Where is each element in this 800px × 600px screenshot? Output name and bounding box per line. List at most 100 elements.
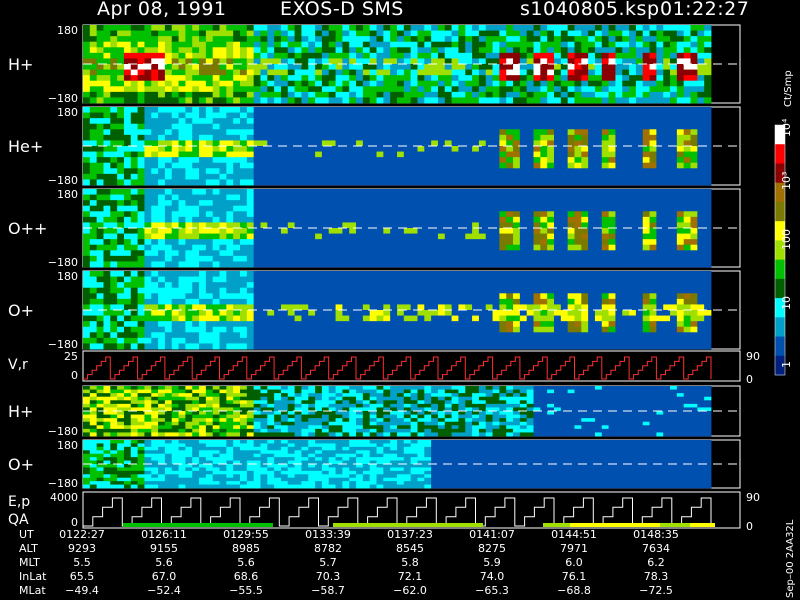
heatmap-cell xyxy=(89,189,98,195)
heatmap-cell xyxy=(444,194,453,201)
heatmap-cell xyxy=(294,239,302,246)
heatmap-cell xyxy=(123,293,132,300)
heatmap-cell xyxy=(444,69,453,76)
heatmap-cell xyxy=(554,162,562,169)
heatmap-cell xyxy=(642,47,650,54)
heatmap-cell xyxy=(649,168,657,175)
heatmap-cell xyxy=(369,205,377,212)
heatmap-cell xyxy=(294,326,302,333)
heatmap-cell xyxy=(83,239,91,246)
heatmap-cell xyxy=(656,216,664,223)
heatmap-cell xyxy=(253,112,261,119)
heatmap-cell xyxy=(117,41,125,48)
heatmap-cell xyxy=(540,30,548,37)
heatmap-cell xyxy=(205,298,214,305)
heatmap-cell xyxy=(362,189,371,195)
heatmap-cell xyxy=(123,287,132,294)
heatmap-cell xyxy=(110,239,118,246)
heatmap-cell xyxy=(492,157,500,164)
heatmap-cell xyxy=(369,91,377,98)
heatmap-cell xyxy=(294,271,302,277)
heatmap-cell xyxy=(253,107,261,113)
heatmap-cell xyxy=(199,216,207,223)
heatmap-cell xyxy=(574,80,582,87)
heatmap-cell xyxy=(506,298,514,305)
heatmap-cell xyxy=(171,239,179,246)
heatmap-cell xyxy=(560,36,569,43)
heatmap-cell xyxy=(185,287,193,294)
heatmap-cell xyxy=(574,194,582,201)
heatmap-cell xyxy=(451,86,459,93)
heatmap-cell xyxy=(96,173,104,180)
heatmap-cell xyxy=(342,255,350,262)
heatmap-cell xyxy=(123,343,132,350)
heatmap-cell xyxy=(397,118,405,125)
heatmap-cell xyxy=(526,25,534,31)
heatmap-cell xyxy=(226,321,234,328)
heatmap-cell xyxy=(205,64,214,70)
heatmap-cell xyxy=(547,276,555,283)
heatmap-cell xyxy=(417,91,425,98)
heatmap-cell xyxy=(526,118,534,125)
heatmap-cell xyxy=(144,326,152,333)
heatmap-cell xyxy=(506,91,514,98)
heatmap-cell xyxy=(444,233,453,240)
heatmap-cell xyxy=(608,282,616,289)
heatmap-cell xyxy=(533,315,541,322)
heatmap-cell xyxy=(431,244,439,251)
heatmap-cell xyxy=(567,244,575,251)
heatmap-cell xyxy=(431,326,439,333)
heatmap-cell xyxy=(219,123,227,130)
heatmap-cell xyxy=(642,205,650,212)
heatmap-cell xyxy=(110,179,118,186)
heatmap-cell xyxy=(465,315,473,322)
heatmap-cell xyxy=(137,146,145,152)
heatmap-cell xyxy=(356,47,364,54)
heatmap-cell xyxy=(151,250,159,257)
heatmap-cell xyxy=(410,157,418,164)
heatmap-cell xyxy=(321,64,330,70)
heatmap-cell xyxy=(158,255,166,262)
heatmap-cell xyxy=(328,97,336,104)
heatmap-cell xyxy=(554,69,562,76)
heatmap-cell xyxy=(356,36,364,43)
heatmap-cell xyxy=(267,112,275,119)
heatmap-cell xyxy=(315,146,323,152)
heatmap-cell xyxy=(287,129,296,136)
heatmap-cell xyxy=(451,211,459,218)
heatmap-cell xyxy=(444,112,453,119)
heatmap-cell xyxy=(397,75,405,82)
heatmap-cell xyxy=(349,216,357,223)
heatmap-cell xyxy=(294,287,302,294)
heatmap-cell xyxy=(205,168,214,175)
heatmap-cell xyxy=(663,205,671,212)
heatmap-cell xyxy=(690,205,698,212)
heatmap-cell xyxy=(171,162,179,169)
heatmap-cell xyxy=(178,239,186,246)
heatmap-cell xyxy=(103,293,111,300)
heatmap-cell xyxy=(615,162,623,169)
heatmap-cell xyxy=(547,287,555,294)
heatmap-cell xyxy=(417,189,425,195)
heatmap-cell xyxy=(199,134,207,141)
heatmap-cell xyxy=(615,97,623,104)
heatmap-cell xyxy=(622,173,630,180)
heatmap-cell xyxy=(226,140,234,147)
heatmap-cell xyxy=(581,200,589,207)
heatmap-cell xyxy=(499,244,507,251)
heatmap-cell xyxy=(356,211,364,218)
heatmap-cell xyxy=(629,255,637,262)
heatmap-cell xyxy=(547,64,555,70)
heatmap-cell xyxy=(683,52,691,59)
heatmap-cell xyxy=(83,276,91,283)
heatmap-cell xyxy=(362,36,371,43)
heatmap-cell xyxy=(697,205,705,212)
heatmap-cell xyxy=(274,261,282,268)
heatmap-cell xyxy=(437,326,446,333)
heatmap-cell xyxy=(622,157,630,164)
heatmap-cell xyxy=(560,129,569,136)
heatmap-cell xyxy=(301,179,309,186)
heatmap-cell xyxy=(233,244,241,251)
heatmap-cell xyxy=(233,64,241,70)
heatmap-cell xyxy=(704,36,712,43)
